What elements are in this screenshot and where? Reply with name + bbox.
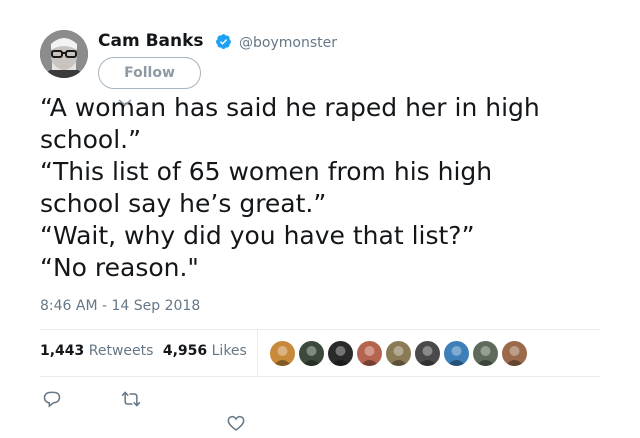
liker-photo-icon — [476, 346, 495, 366]
liker-photo-icon — [302, 346, 321, 366]
liker-avatar-7[interactable] — [443, 340, 470, 367]
likes-stat[interactable]: 4,956 Likes — [163, 343, 247, 359]
likes-count: 4,956 — [162, 343, 208, 359]
likes-label: Likes — [211, 343, 247, 359]
retweet-icon[interactable] — [121, 389, 141, 409]
liker-avatar-6[interactable] — [414, 340, 441, 367]
liker-photo-icon — [505, 346, 524, 366]
reply-icon[interactable] — [42, 389, 62, 409]
liker-avatar-3[interactable] — [327, 340, 354, 367]
liker-avatar-2[interactable] — [298, 340, 325, 367]
divider — [40, 329, 600, 330]
divider — [40, 376, 600, 377]
tweet-text-line: school.” — [40, 125, 142, 154]
liker-avatar-9[interactable] — [501, 340, 528, 367]
user-handle[interactable]: @boymonster — [239, 35, 337, 51]
user-name[interactable]: Cam Banks — [98, 31, 204, 51]
liker-avatar-5[interactable] — [385, 340, 412, 367]
tweet-text-line: “No reason." — [40, 253, 199, 282]
follow-button[interactable]: Follow — [98, 57, 201, 89]
tweet-timestamp[interactable]: 8:46 AM - 14 Sep 2018 — [40, 298, 200, 314]
tweet-text-line: “A woman has said he raped her in high — [40, 93, 540, 122]
profile-photo-icon — [40, 30, 88, 78]
liker-avatar-4[interactable] — [356, 340, 383, 367]
tweet-stats: 1,443 Retweets 4,956 Likes — [40, 343, 252, 359]
liker-avatar-8[interactable] — [472, 340, 499, 367]
liker-photo-icon — [331, 346, 350, 366]
liker-photo-icon — [447, 346, 466, 366]
verified-badge-icon — [216, 34, 231, 50]
liker-photo-icon — [389, 346, 408, 366]
retweets-label: Retweets — [88, 343, 154, 359]
like-icon[interactable] — [226, 413, 246, 433]
tweet-text-line: school say he’s great.” — [40, 189, 327, 218]
cursor-mark-icon — [118, 99, 132, 106]
stats-divider — [257, 330, 258, 376]
user-avatar[interactable] — [40, 30, 88, 78]
liker-photo-icon — [418, 346, 437, 366]
liker-photo-icon — [360, 346, 379, 366]
tweet-text-line: “Wait, why did you have that list?” — [40, 221, 475, 250]
tweet-text: “A woman has said he raped her in high s… — [40, 92, 620, 284]
tweet-card: Cam Banks @boymonster Follow “A woman ha… — [0, 0, 640, 438]
liker-photo-icon — [273, 346, 292, 366]
liker-avatar-1[interactable] — [269, 340, 296, 367]
retweets-count: 1,443 — [40, 343, 85, 359]
tweet-text-line: “This list of 65 women from his high — [40, 157, 493, 186]
retweets-stat[interactable]: 1,443 Retweets — [40, 343, 153, 359]
